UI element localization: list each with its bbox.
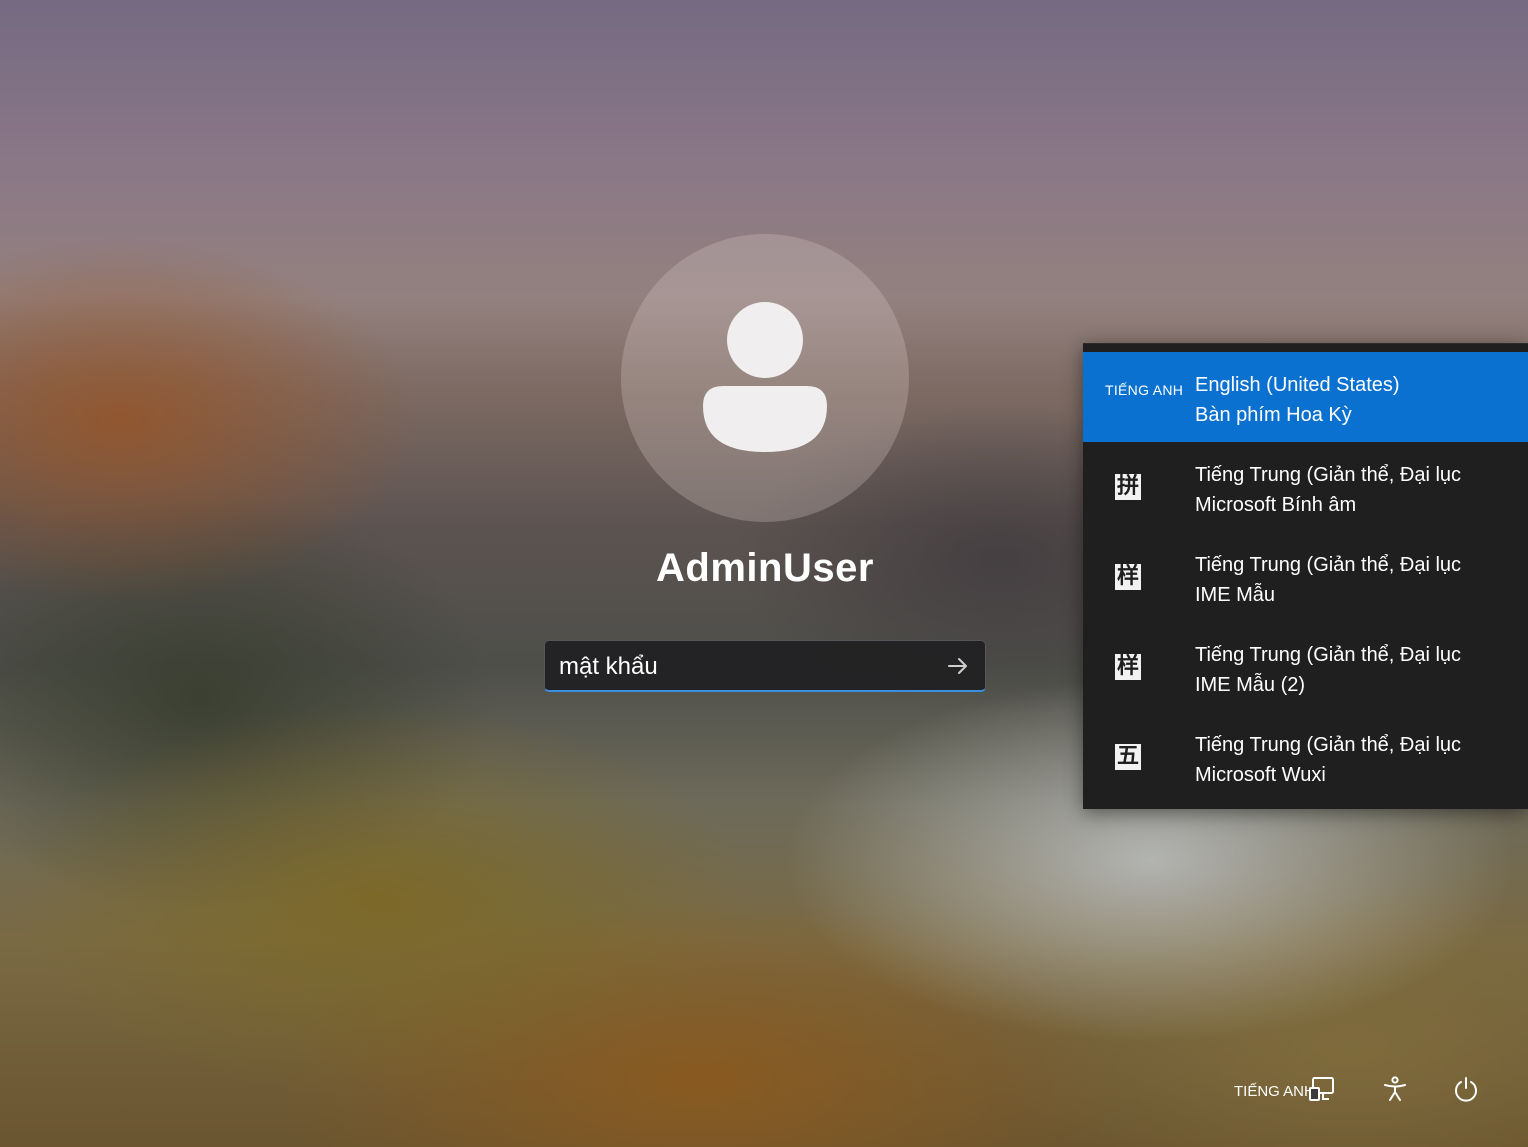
language-name: English (United States) <box>1195 374 1400 396</box>
language-name: Tiếng Trung (Giản thể, Đại lục <box>1195 644 1462 666</box>
keyboard-name: Microsoft Wuxi <box>1195 764 1326 786</box>
language-tag: TIẾNG ANH <box>1105 382 1184 398</box>
language-item-sample-ime-2[interactable]: 样 Tiếng Trung (Giản thể, Đại lục IME Mẫu… <box>1083 622 1528 712</box>
username-label: AdminUser <box>656 546 874 590</box>
submit-arrow-icon[interactable] <box>945 653 971 679</box>
lock-screen: AdminUser TIẾNG ANH English (United Stat… <box>0 0 1528 1147</box>
keyboard-name: IME Mẫu <box>1195 584 1276 606</box>
language-item-sample-ime[interactable]: 样 Tiếng Trung (Giản thể, Đại lục IME Mẫu <box>1083 532 1528 622</box>
language-item-pinyin[interactable]: 拼 Tiếng Trung (Giản thể, Đại lục Microso… <box>1083 442 1528 532</box>
language-name: Tiếng Trung (Giản thể, Đại lục <box>1195 734 1462 756</box>
keyboard-name: Bàn phím Hoa Kỳ <box>1195 404 1352 426</box>
language-name: Tiếng Trung (Giản thể, Đại lục <box>1195 464 1462 486</box>
ime-pinyin-icon: 拼 <box>1115 474 1141 500</box>
ime-wubi-icon: 五 <box>1115 744 1141 770</box>
language-item-english[interactable]: TIẾNG ANH English (United States) Bàn ph… <box>1083 352 1528 442</box>
keyboard-name: Microsoft Bính âm <box>1195 494 1357 516</box>
password-input[interactable] <box>557 647 931 687</box>
ime-sample-icon: 样 <box>1115 564 1141 590</box>
power-icon[interactable] <box>1452 1075 1480 1103</box>
language-name: Tiếng Trung (Giản thể, Đại lục <box>1195 554 1462 576</box>
keyboard-name: IME Mẫu (2) <box>1195 674 1306 696</box>
password-field[interactable] <box>544 640 986 692</box>
ime-sample-icon: 样 <box>1115 654 1141 680</box>
input-language-indicator[interactable]: TIẾNG ANH <box>1234 1083 1315 1100</box>
network-icon[interactable] <box>1308 1075 1336 1103</box>
language-menu: TIẾNG ANH English (United States) Bàn ph… <box>1083 343 1528 809</box>
user-icon <box>703 302 827 452</box>
user-avatar <box>621 234 909 522</box>
language-item-wubi[interactable]: 五 Tiếng Trung (Giản thể, Đại lục Microso… <box>1083 712 1528 802</box>
accessibility-icon[interactable] <box>1381 1075 1409 1103</box>
